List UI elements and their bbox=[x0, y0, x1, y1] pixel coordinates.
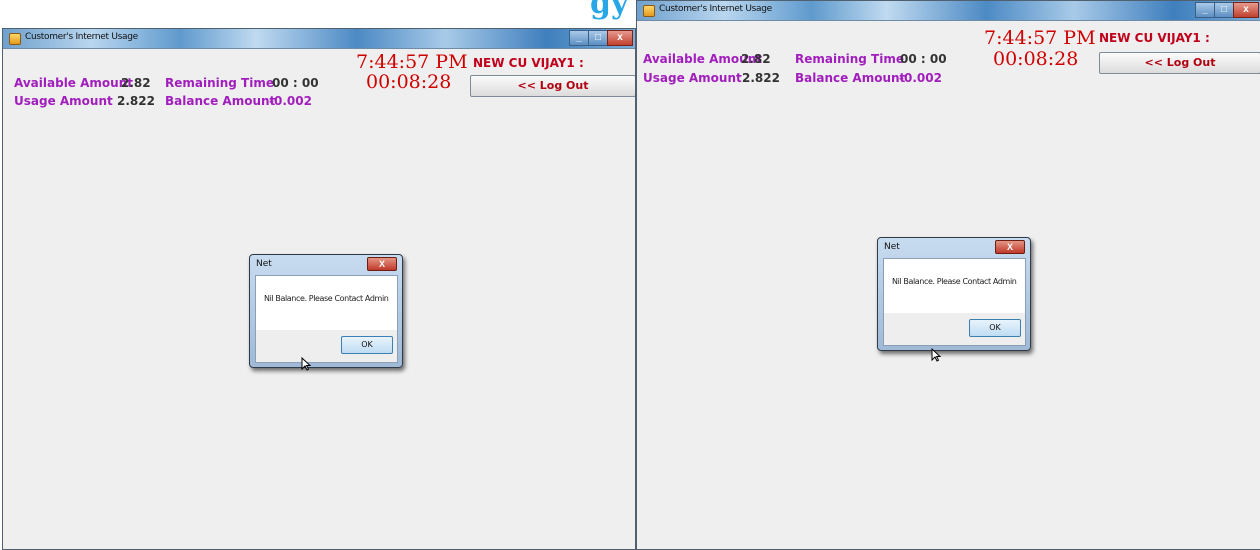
app-icon bbox=[9, 33, 21, 45]
ok-button[interactable]: OK bbox=[341, 336, 393, 354]
available-amount-label: Available Amount bbox=[14, 76, 133, 90]
title-bar[interactable]: Customer's Internet Usage _ □ x bbox=[3, 29, 635, 49]
ok-button[interactable]: OK bbox=[969, 319, 1021, 337]
title-bar[interactable]: Customer's Internet Usage _ □ x bbox=[637, 1, 1260, 21]
dialog-message: Nil Balance. Please Contact Admin bbox=[264, 294, 389, 303]
elapsed-time: 00:08:28 bbox=[366, 71, 452, 93]
remaining-time-value: 00 : 00 bbox=[272, 76, 319, 90]
usage-window-left: Customer's Internet Usage _ □ x Availabl… bbox=[2, 28, 636, 550]
usage-window-right: Customer's Internet Usage _ □ x Availabl… bbox=[636, 0, 1260, 550]
maximize-icon[interactable]: □ bbox=[588, 30, 608, 46]
alert-dialog: Net X Nil Balance. Please Contact Admin … bbox=[877, 237, 1031, 351]
dialog-body: Nil Balance. Please Contact Admin OK bbox=[255, 275, 398, 363]
minimize-icon[interactable]: _ bbox=[1195, 2, 1215, 18]
logout-button[interactable]: << Log Out bbox=[470, 75, 635, 97]
elapsed-time: 00:08:28 bbox=[993, 48, 1079, 70]
app-icon bbox=[643, 5, 655, 17]
dialog-message: Nil Balance. Please Contact Admin bbox=[892, 277, 1017, 286]
usage-amount-label: Usage Amount bbox=[14, 94, 113, 108]
logout-button[interactable]: << Log Out bbox=[1099, 52, 1260, 74]
usage-amount-label: Usage Amount bbox=[643, 71, 742, 85]
user-label: NEW CU VIJAY1 : bbox=[1099, 31, 1210, 45]
dialog-close-icon[interactable]: X bbox=[995, 240, 1025, 254]
window-title: Customer's Internet Usage bbox=[25, 32, 138, 42]
window-title: Customer's Internet Usage bbox=[659, 4, 772, 14]
dialog-body: Nil Balance. Please Contact Admin OK bbox=[883, 258, 1026, 346]
dialog-close-icon[interactable]: X bbox=[367, 257, 397, 271]
mouse-cursor-icon bbox=[931, 348, 941, 362]
usage-amount-value: 2.822 bbox=[742, 71, 780, 85]
balance-amount-value: -0.002 bbox=[269, 94, 312, 108]
alert-dialog: Net X Nil Balance. Please Contact Admin … bbox=[249, 254, 403, 368]
balance-amount-value: -0.002 bbox=[899, 71, 942, 85]
remaining-time-value: 00 : 00 bbox=[900, 52, 947, 66]
minimize-icon[interactable]: _ bbox=[569, 30, 589, 46]
mouse-cursor-icon bbox=[301, 357, 311, 371]
dialog-title: Net bbox=[884, 242, 900, 252]
user-label: NEW CU VIJAY1 : bbox=[473, 56, 584, 70]
balance-amount-label: Balance Amount bbox=[795, 71, 906, 85]
close-icon[interactable]: x bbox=[1233, 2, 1259, 18]
clock-time: 7:44:57 PM bbox=[984, 27, 1096, 49]
available-amount-value: 2.82 bbox=[121, 76, 151, 90]
dialog-title: Net bbox=[256, 259, 272, 269]
remaining-time-label: Remaining Time bbox=[165, 76, 275, 90]
remaining-time-label: Remaining Time bbox=[795, 52, 905, 66]
available-amount-value: 2.82 bbox=[741, 52, 771, 66]
clock-time: 7:44:57 PM bbox=[356, 51, 468, 73]
close-icon[interactable]: x bbox=[607, 30, 633, 46]
usage-amount-value: 2.822 bbox=[117, 94, 155, 108]
balance-amount-label: Balance Amount bbox=[165, 94, 276, 108]
maximize-icon[interactable]: □ bbox=[1214, 2, 1234, 18]
